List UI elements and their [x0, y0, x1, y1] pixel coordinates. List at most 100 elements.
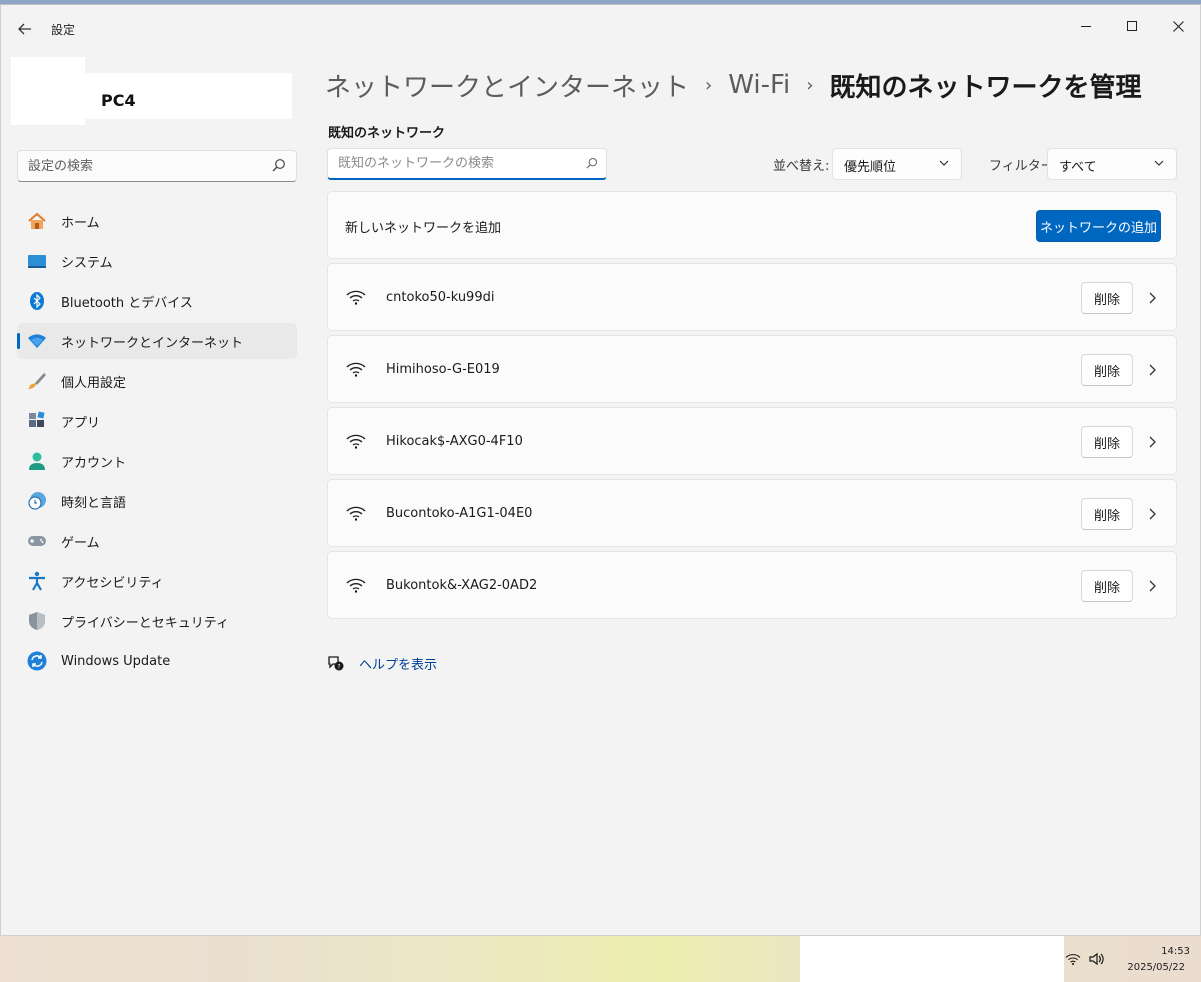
chevron-right-icon: › — [806, 74, 814, 96]
maximize-icon — [1127, 21, 1137, 31]
sidebar-item-apps[interactable]: アプリ — [17, 403, 297, 439]
sidebar-item-accounts[interactable]: アカウント — [17, 443, 297, 479]
add-network-card: 新しいネットワークを追加 ネットワークの追加 — [327, 191, 1177, 259]
close-icon — [1172, 20, 1184, 32]
time-language-icon — [27, 491, 47, 511]
svg-text:?: ? — [337, 664, 340, 671]
breadcrumb-network[interactable]: ネットワークとインターネット — [325, 67, 689, 104]
sidebar-item-accessibility[interactable]: アクセシビリティ — [17, 563, 297, 599]
filter-dropdown[interactable]: すべて — [1047, 148, 1177, 180]
network-name: Himihoso-G-E019 — [386, 362, 500, 377]
back-button[interactable] — [11, 17, 39, 41]
delete-button[interactable]: 削除 — [1081, 426, 1133, 458]
maximize-button[interactable] — [1109, 11, 1155, 41]
sidebar-item-label: Windows Update — [61, 653, 171, 669]
accessibility-icon — [27, 571, 47, 591]
clock-time[interactable]: 14:53 — [1150, 946, 1190, 957]
bluetooth-icon — [27, 291, 47, 311]
network-name: Bukontok&-XAG2-0AD2 — [386, 578, 538, 593]
wifi-icon — [346, 362, 366, 377]
sidebar-item-personalization[interactable]: 個人用設定 — [17, 363, 297, 399]
wifi-icon — [346, 434, 366, 449]
network-row[interactable]: Bukontok&-XAG2-0AD2 削除 — [327, 551, 1177, 619]
wifi-icon — [346, 506, 366, 521]
delete-button[interactable]: 削除 — [1081, 498, 1133, 530]
system-icon — [27, 251, 47, 271]
chevron-right-icon[interactable] — [1144, 434, 1160, 450]
sidebar-item-bluetooth[interactable]: Bluetooth とデバイス — [17, 283, 297, 319]
delete-button[interactable]: 削除 — [1081, 282, 1133, 314]
sidebar-item-label: 時刻と言語 — [61, 495, 127, 511]
filter-value: すべて — [1059, 160, 1097, 175]
settings-search[interactable] — [17, 150, 297, 182]
sidebar-item-system[interactable]: システム — [17, 243, 297, 279]
shield-icon — [27, 611, 47, 631]
sidebar-item-label: アカウント — [61, 455, 127, 471]
profile-area[interactable]: PC4 — [11, 57, 292, 125]
taskbar-apps-area — [800, 936, 1064, 982]
clock-date[interactable]: 2025/05/22 — [1115, 962, 1185, 973]
close-button[interactable] — [1155, 11, 1201, 41]
sidebar-item-label: アクセシビリティ — [61, 575, 164, 591]
home-icon — [27, 211, 47, 231]
settings-search-input[interactable] — [18, 151, 258, 181]
sort-label: 並べ替え: — [773, 159, 830, 174]
sort-dropdown[interactable]: 優先順位 — [832, 148, 962, 180]
network-name: Hikocak$-AXG0-4F10 — [386, 434, 523, 449]
network-row[interactable]: Hikocak$-AXG0-4F10 削除 — [327, 407, 1177, 475]
chevron-right-icon[interactable] — [1144, 506, 1160, 522]
network-name: Bucontoko-A1G1-04E0 — [386, 506, 533, 521]
wifi-icon[interactable] — [1064, 952, 1082, 966]
chevron-right-icon[interactable] — [1144, 578, 1160, 594]
arrow-left-icon — [18, 23, 31, 35]
breadcrumb-wifi[interactable]: Wi-Fi — [728, 70, 790, 100]
sidebar-item-label: ネットワークとインターネット — [61, 335, 244, 351]
minimize-button[interactable] — [1063, 11, 1109, 41]
account-icon — [27, 451, 47, 471]
app-title: 設定 — [51, 23, 76, 37]
wifi-icon — [346, 578, 366, 593]
sidebar-item-label: Bluetooth とデバイス — [61, 295, 193, 311]
volume-icon[interactable] — [1089, 952, 1105, 966]
chevron-right-icon: › — [705, 74, 713, 96]
add-network-button[interactable]: ネットワークの追加 — [1036, 210, 1161, 242]
sidebar-item-label: ホーム — [61, 215, 100, 231]
brush-icon — [27, 371, 47, 391]
sidebar-nav: ホーム システム Bluetooth とデバイス ネットワークとインターネット … — [17, 203, 297, 683]
breadcrumb: ネットワークとインターネット › Wi-Fi › 既知のネットワークを管理 — [325, 65, 1141, 105]
sidebar-item-privacy[interactable]: プライバシーとセキュリティ — [17, 603, 297, 639]
network-row[interactable]: cntoko50-ku99di 削除 — [327, 263, 1177, 331]
sidebar-item-label: プライバシーとセキュリティ — [61, 615, 229, 631]
network-row[interactable]: Himihoso-G-E019 削除 — [327, 335, 1177, 403]
network-row[interactable]: Bucontoko-A1G1-04E0 削除 — [327, 479, 1177, 547]
chevron-right-icon[interactable] — [1144, 362, 1160, 378]
avatar — [11, 57, 85, 125]
sidebar-item-label: システム — [61, 255, 113, 271]
network-name: cntoko50-ku99di — [386, 290, 495, 305]
sidebar-item-label: 個人用設定 — [61, 375, 127, 391]
sidebar-item-windows-update[interactable]: Windows Update — [17, 643, 297, 679]
wifi-icon — [346, 290, 366, 305]
network-search-input[interactable] — [328, 149, 573, 178]
sidebar-item-network[interactable]: ネットワークとインターネット — [17, 323, 297, 359]
help-text[interactable]: ヘルプを表示 — [359, 654, 437, 673]
sidebar-item-home[interactable]: ホーム — [17, 203, 297, 239]
sidebar-item-time-language[interactable]: 時刻と言語 — [17, 483, 297, 519]
page-title: 既知のネットワークを管理 — [829, 72, 1142, 103]
settings-window: 設定 PC4 ホーム システム Bluetooth とデバイス ネットワークとイ… — [0, 4, 1201, 936]
delete-button[interactable]: 削除 — [1081, 354, 1133, 386]
sidebar-item-label: ゲーム — [61, 535, 100, 551]
add-network-label: 新しいネットワークを追加 — [345, 221, 502, 236]
taskbar: 14:53 2025/05/22 — [0, 936, 1201, 982]
network-search[interactable] — [327, 148, 607, 180]
search-icon — [272, 159, 285, 172]
gamepad-icon — [27, 531, 47, 551]
chevron-right-icon[interactable] — [1144, 290, 1160, 306]
help-link[interactable]: ? ヘルプを表示 — [327, 653, 437, 673]
search-icon — [586, 157, 598, 169]
update-icon — [27, 651, 47, 671]
minimize-icon — [1081, 25, 1091, 27]
section-title: 既知のネットワーク — [328, 126, 446, 141]
sidebar-item-gaming[interactable]: ゲーム — [17, 523, 297, 559]
delete-button[interactable]: 削除 — [1081, 570, 1133, 602]
